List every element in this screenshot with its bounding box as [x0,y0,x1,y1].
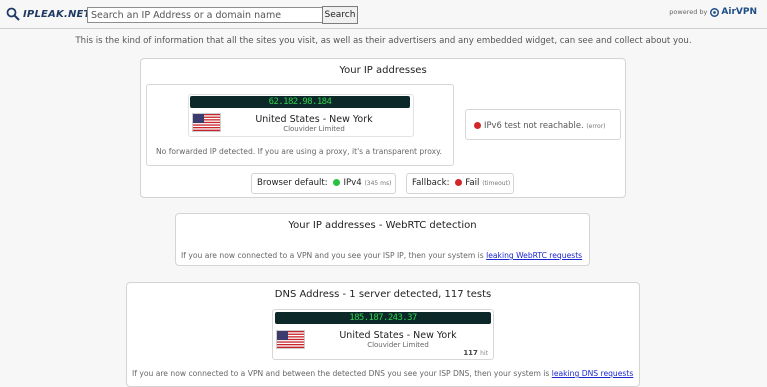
fallback-value: Fail [465,178,480,188]
dns-location: United States - New York [339,330,457,341]
browser-default-detail: (345 ms) [364,180,392,187]
powered-by-label: powered by [669,8,708,16]
ip-location: United States - New York [255,114,373,125]
airvpn-brand: AirVPN [710,7,757,17]
dns-note-text: If you are now connected to a VPN and be… [132,369,552,378]
webrtc-note-text: If you are now connected to a VPN and yo… [181,251,487,260]
webrtc-card-title: Your IP addresses - WebRTC detection [288,220,477,231]
airvpn-logo-icon [710,7,720,17]
dns-hits-value: 117 [463,349,478,357]
top-bar: IPLEAK.NET Search powered by AirVPN [0,0,767,29]
site-logo[interactable]: IPLEAK.NET [6,5,91,23]
forwarded-ip-note: No forwarded IP detected. If you are usi… [156,147,442,156]
leaking-dns-link[interactable]: leaking DNS requests [552,369,634,378]
search-button[interactable]: Search [322,6,358,24]
ip-isp: Clouvider Limited [283,125,345,133]
dns-ip-display[interactable]: 185.187.243.37 [275,312,491,324]
magnifier-icon [6,7,20,21]
airvpn-brand-text: AirVPN [721,7,757,17]
fallback-detail: (timeout) [482,180,511,187]
leaking-webrtc-link[interactable]: leaking WebRTC requests [486,251,582,260]
webrtc-note: If you are now connected to a VPN and yo… [181,251,582,260]
red-status-dot-icon [474,122,481,129]
browser-default-value: IPv4 [343,178,362,188]
dns-entry: 185.187.243.37 United States - New York … [272,309,494,360]
us-flag-icon [192,113,221,132]
dns-hit-count: 117 hit [463,349,488,357]
ip-panel: 62.182.98.184 United States - New York C… [146,84,454,166]
ip-addresses-card: Your IP addresses 62.182.98.184 United S… [140,58,626,198]
intro-text: This is the kind of information that all… [75,36,692,46]
ipv6-status-text: IPv6 test not reachable. [484,120,584,130]
browser-default-pill: Browser default: IPv4 (345 ms) [251,173,396,194]
dns-card-title: DNS Address - 1 server detected, 117 tes… [274,289,492,300]
ip-card-title: Your IP addresses [339,65,427,76]
search-input[interactable] [87,7,329,23]
ip-entry: 62.182.98.184 United States - New York C… [188,94,414,137]
dns-card: DNS Address - 1 server detected, 117 tes… [126,282,640,387]
ipv6-panel: IPv6 test not reachable. (error) [465,109,621,140]
ipv6-status: IPv6 test not reachable. (error) [474,120,606,130]
dns-note: If you are now connected to a VPN and be… [132,369,633,378]
fallback-label: Fallback: [412,178,450,188]
red-status-dot-icon [455,179,463,186]
ipv6-status-detail: (error) [586,123,606,130]
dns-hits-label: hit [480,350,488,357]
fallback-pill: Fallback: Fail (timeout) [406,173,514,194]
browser-default-label: Browser default: [257,178,328,188]
dns-isp: Clouvider Limited [367,341,429,349]
ip-address-display[interactable]: 62.182.98.184 [190,96,410,108]
webrtc-card: Your IP addresses - WebRTC detection If … [175,213,590,266]
us-flag-icon [276,330,305,349]
powered-by[interactable]: powered by AirVPN [669,7,757,17]
green-status-dot-icon [333,179,341,186]
logo-text: IPLEAK.NET [23,8,91,20]
